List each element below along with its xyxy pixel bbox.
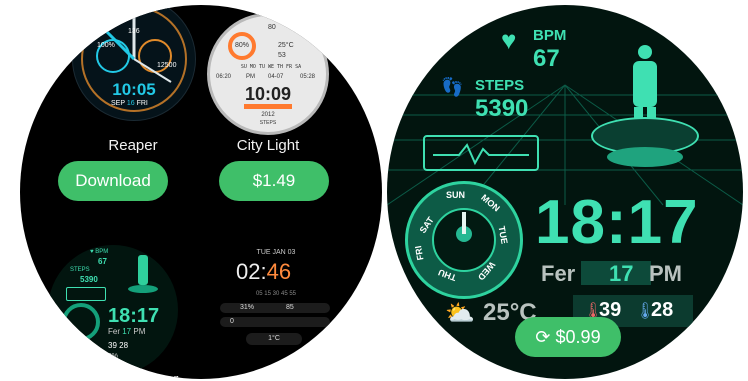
date-ampm: PM [649, 261, 682, 286]
spanner-date: Fer [108, 327, 120, 336]
spanner-lo: 28 [119, 341, 129, 350]
cyber-row-2: 0 [220, 317, 330, 327]
city-light-temp: 25°C [278, 42, 294, 49]
reaper-day: 16 [126, 100, 135, 107]
spanner-hi: 39 [108, 341, 117, 350]
day-fri: FRI [413, 244, 426, 262]
temp-lo: 28 [651, 299, 674, 321]
city-light-time: 10:09 [244, 84, 292, 104]
day-mon: MON [479, 192, 502, 214]
reaper-time: 10:05 [112, 80, 156, 99]
spanner-ampm: PM [133, 327, 146, 336]
city-light-num: 80 [268, 24, 276, 31]
reaper-right-value: 12500 [157, 62, 177, 69]
city-light-days: SU MO TU WE TH FR SA [240, 64, 302, 70]
bpm-value: 67 [533, 45, 560, 72]
spanner-steps-label: STEPS [70, 267, 90, 273]
price-button-city-light[interactable]: $1.49 [219, 161, 329, 201]
download-button[interactable]: Download [58, 161, 168, 201]
cyber-steps: 0 [230, 318, 234, 325]
city-light-steps: STEPS [259, 120, 277, 126]
spanner-bpm: 67 [98, 257, 107, 266]
spanner-title: Spanner [80, 371, 220, 379]
city-light-bar [244, 104, 292, 109]
steps-value: 5390 [475, 95, 529, 122]
cyber-ticks: 05 15 30 45 55 [255, 291, 297, 297]
cyber-row-1: 31% 85 [220, 303, 330, 313]
city-light-face-thumbnail[interactable]: 80% 25°C 53 80 SU MO TU WE TH FR SA 06:2… [207, 13, 329, 135]
city-light-title: City Light [236, 137, 300, 154]
day-tue: TUE [496, 225, 510, 245]
spanner-platform [128, 285, 158, 293]
date-day: 17 [609, 261, 634, 286]
city-light-year: 2012 [261, 112, 275, 118]
spanner-heart-icon: ♥ BPM [90, 249, 109, 255]
platform-glow [607, 147, 683, 167]
refresh-icon: ⟳ [535, 327, 551, 347]
store-screen[interactable]: 100% 13 12500 136 10:05 SEP 16 FRI Reape… [20, 5, 382, 379]
pulse-line-icon [433, 143, 529, 166]
spanner-bpm-label: BPM [95, 249, 109, 255]
spanner-pulse-box [66, 287, 106, 301]
spanner-steps: 5390 [80, 275, 98, 284]
bpm-label: BPM [533, 27, 567, 44]
steps-label: STEPS [475, 77, 525, 94]
spanner-temp: 25°C [66, 341, 84, 350]
cyber-hour: 02 [236, 259, 261, 284]
day-sun: SUN [446, 190, 466, 200]
cyber-time: 02:46 [236, 259, 292, 284]
price-button[interactable]: ⟳ $0.99 [515, 317, 621, 357]
day-ring-dial: SAT SUN MON TUE WED THU FRI [405, 181, 523, 299]
spanner-day: 17 [122, 327, 132, 336]
cyber-min: 46 [266, 259, 292, 284]
reaper-title: Reaper [108, 137, 158, 154]
reaper-month: SEP [111, 100, 125, 107]
reaper-top-value: 136 [128, 28, 140, 35]
spanner-time: 18:17 [108, 305, 160, 327]
city-light-t4: 05:28 [300, 74, 316, 80]
footsteps-icon: 👣 [441, 77, 464, 97]
weather-cloud-icon: ⛅ [445, 300, 475, 327]
main-time: 18:17 [535, 188, 699, 257]
face-preview-screen[interactable]: ♥ BPM 67 👣 STEPS 5390 SAT SUN MON TUE WE… [387, 5, 743, 379]
pulse-box [423, 135, 539, 171]
price-label: $0.99 [555, 327, 601, 347]
reaper-left-value: 13 [101, 26, 109, 33]
spanner-battery: 80% [104, 353, 119, 360]
cyber-face-thumbnail[interactable]: TUE JAN 03 02:46 05 15 30 45 55 31% 85 0… [216, 245, 336, 375]
city-light-t2: PM [246, 74, 255, 80]
spanner-figure-icon [138, 255, 148, 285]
cyber-hr: 85 [286, 304, 294, 311]
cyber-pct: 31% [240, 304, 255, 311]
city-light-percent: 80% [228, 32, 256, 60]
cyber-title: Cyber [206, 371, 346, 379]
cyber-temp: 1°C [246, 333, 302, 345]
reaper-face-thumbnail[interactable]: 100% 13 12500 136 10:05 SEP 16 FRI [72, 5, 196, 121]
reaper-dow: FRI [136, 100, 148, 107]
heart-icon: ♥ [501, 25, 517, 55]
spanner-dial [62, 303, 100, 341]
reaper-left-percent: 100% [97, 42, 115, 49]
city-light-t1: 06:20 [216, 74, 232, 80]
spanner-face-thumbnail[interactable]: ♥ BPM 67 STEPS 5390 18:17 Fer 17 PM 25°C… [48, 245, 178, 375]
cyber-date: TUE JAN 03 [256, 249, 296, 256]
city-light-t3: 04-07 [268, 74, 284, 80]
city-light-val53: 53 [278, 52, 286, 59]
date-dow: Fer [541, 261, 576, 286]
